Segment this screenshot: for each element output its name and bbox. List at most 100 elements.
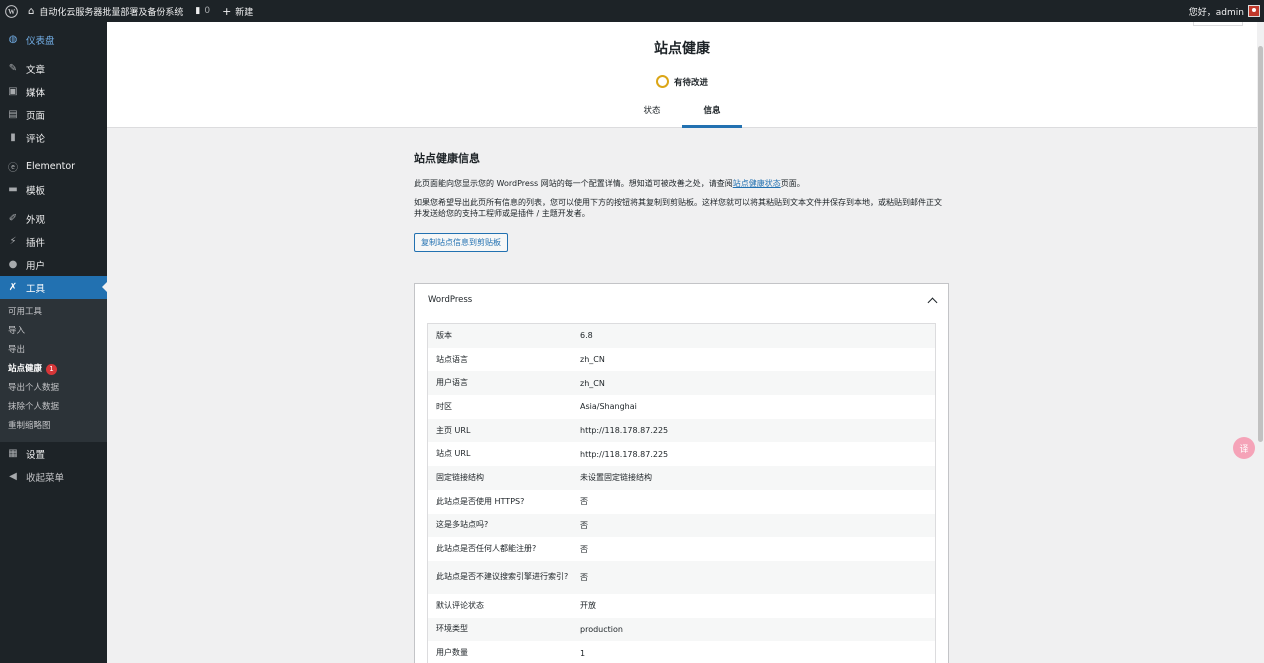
comments-link[interactable]: ▮ 0: [189, 0, 216, 22]
scrollbar[interactable]: [1257, 22, 1264, 663]
sidebar-item-label: 设置: [26, 449, 46, 461]
svg-text:W: W: [7, 8, 15, 16]
submenu-import[interactable]: 导入: [0, 322, 107, 341]
row-value: http://118.178.87.225: [580, 426, 669, 436]
avatar: [1248, 5, 1260, 17]
sidebar-item-posts[interactable]: ✎ 文章: [0, 57, 107, 80]
sidebar-item-users[interactable]: ● 用户: [0, 253, 107, 276]
section-heading: 站点健康信息: [414, 152, 480, 165]
page-title: 站点健康: [654, 41, 710, 57]
sidebar-item-appearance[interactable]: ✐ 外观: [0, 207, 107, 230]
sidebar-item-plugins[interactable]: ⚡ 插件: [0, 230, 107, 253]
panel-title: WordPress: [428, 295, 473, 305]
wrench-icon: ✗: [8, 282, 18, 293]
table-row: 默认评论状态 开放: [428, 594, 935, 618]
site-name-label: 自动化云服务器批量部署及备份系统: [39, 7, 184, 18]
row-value: 未设置固定链接结构: [580, 473, 652, 483]
row-value: 否: [580, 497, 588, 507]
comments-count: 0: [204, 6, 211, 16]
plus-icon: +: [222, 4, 232, 18]
table-row: 时区 Asia/Shanghai: [428, 395, 935, 419]
sidebar-item-label: 评论: [26, 133, 46, 145]
media-icon: ▣: [8, 86, 18, 97]
row-value: 6.8: [580, 331, 593, 341]
table-row: 用户数量 1: [428, 641, 935, 663]
intro-paragraph: 此页面能向您显示您的 WordPress 网站的每一个配置详情。想知道可被改善之…: [414, 179, 805, 188]
wordpress-logo-icon[interactable]: W: [0, 0, 22, 22]
site-health-header: 站点健康 有待改进 状态 信息: [107, 22, 1257, 128]
sidebar-item-label: 模板: [26, 185, 46, 197]
row-key: 版本: [436, 330, 452, 340]
translate-button[interactable]: 译: [1233, 437, 1255, 459]
table-row: 环境类型 production: [428, 617, 935, 642]
row-key: 用户数量: [436, 648, 468, 658]
row-value: 否: [580, 520, 588, 530]
status-progress-circle: [655, 75, 669, 88]
sidebar-item-label: 工具: [26, 283, 46, 295]
accordion-header[interactable]: WordPress: [415, 284, 948, 316]
sidebar-item-tools[interactable]: ✗ 工具: [0, 276, 107, 299]
sidebar-item-label: 用户: [26, 260, 46, 272]
submenu-site-health[interactable]: 站点健康 1: [0, 360, 107, 379]
screen-options-tab[interactable]: [1193, 22, 1243, 26]
row-key: 用户语言: [436, 378, 468, 388]
sidebar-item-label: 页面: [26, 110, 46, 122]
table-row: 主页 URL http://118.178.87.225: [428, 418, 935, 443]
page-icon: ▤: [8, 109, 18, 120]
tab-info[interactable]: 信息: [682, 98, 742, 128]
row-value: 否: [580, 544, 588, 554]
submenu-erase-personal-data[interactable]: 抹除个人数据: [0, 398, 107, 417]
copy-site-info-button[interactable]: 复制站点信息到剪贴板: [414, 233, 508, 252]
site-health-status-link[interactable]: 站点健康状态: [733, 179, 781, 188]
sidebar-item-label: 插件: [26, 237, 46, 249]
row-value: http://118.178.87.225: [580, 449, 669, 459]
account-menu[interactable]: 您好，admin: [1183, 0, 1264, 22]
row-key: 站点语言: [436, 354, 468, 364]
submenu-export[interactable]: 导出: [0, 341, 107, 360]
row-value: zh_CN: [580, 355, 605, 365]
home-icon: ⌂: [28, 5, 35, 17]
health-status: 有待改进: [107, 75, 1257, 88]
sidebar-item-label: 仪表盘: [26, 35, 55, 47]
new-content-link[interactable]: + 新建: [216, 0, 259, 22]
table-row: 这是多站点吗? 否: [428, 513, 935, 538]
sidebar-item-templates[interactable]: ▬ 模板: [0, 178, 107, 201]
translate-icon: 译: [1239, 444, 1249, 455]
main-content: 站点健康信息 此页面能向您显示您的 WordPress 网站的每一个配置详情。想…: [414, 150, 949, 663]
row-key: 此站点是否使用 HTTPS?: [436, 496, 525, 506]
sidebar-item-comments[interactable]: ▮ 评论: [0, 126, 107, 149]
user-icon: ●: [8, 259, 18, 270]
submenu-export-personal-data[interactable]: 导出个人数据: [0, 379, 107, 398]
comment-bubble-icon: ▮: [195, 6, 201, 16]
settings-icon: ▦: [8, 448, 18, 459]
submenu-label: 站点健康: [8, 364, 43, 374]
sidebar-item-dashboard[interactable]: ◍ 仪表盘: [0, 28, 107, 51]
sidebar-item-pages[interactable]: ▤ 页面: [0, 103, 107, 126]
site-name-link[interactable]: ⌂ 自动化云服务器批量部署及备份系统: [22, 0, 189, 22]
sidebar-item-collapse[interactable]: ◀ 收起菜单: [0, 465, 107, 488]
elementor-icon: ⓔ: [8, 163, 18, 174]
dashboard-icon: ◍: [8, 34, 18, 45]
admin-sidebar: ◍ 仪表盘 ✎ 文章 ▣ 媒体 ▤ 页面 ▮ 评论 ⓔ Elementor ▬ …: [0, 22, 107, 663]
table-row: 用户语言 zh_CN: [428, 371, 935, 396]
tab-status[interactable]: 状态: [622, 98, 682, 128]
submenu-available-tools[interactable]: 可用工具: [0, 303, 107, 322]
wordpress-info-panel: WordPress 版本 6.8 站点语言 zh_CN 用户语言 zh_CN 时区 Asia/…: [414, 283, 949, 663]
sidebar-item-media[interactable]: ▣ 媒体: [0, 80, 107, 103]
table-row: 此站点是否不建议搜索引擎进行索引? 否: [428, 560, 935, 594]
row-value: 否: [580, 572, 588, 582]
sidebar-item-label: Elementor: [26, 161, 76, 172]
plugin-icon: ⚡: [9, 236, 17, 247]
tools-submenu: 可用工具 导入 导出 站点健康 1 导出个人数据 抹除个人数据 重制缩略图: [0, 299, 107, 442]
submenu-regenerate-thumbnails[interactable]: 重制缩略图: [0, 417, 107, 436]
scrollbar-thumb[interactable]: [1258, 46, 1263, 442]
sidebar-item-elementor[interactable]: ⓔ Elementor: [0, 155, 107, 178]
row-key: 环境类型: [436, 624, 468, 634]
sidebar-item-settings[interactable]: ▦ 设置: [0, 442, 107, 465]
row-key: 默认评论状态: [436, 600, 484, 610]
table-row: 站点 URL http://118.178.87.225: [428, 442, 935, 466]
row-key: 主页 URL: [436, 425, 471, 435]
comment-icon: ▮: [10, 132, 16, 143]
info-table: 版本 6.8 站点语言 zh_CN 用户语言 zh_CN 时区 Asia/Shanghai 主页…: [427, 323, 936, 663]
table-row: 版本 6.8: [428, 324, 935, 348]
